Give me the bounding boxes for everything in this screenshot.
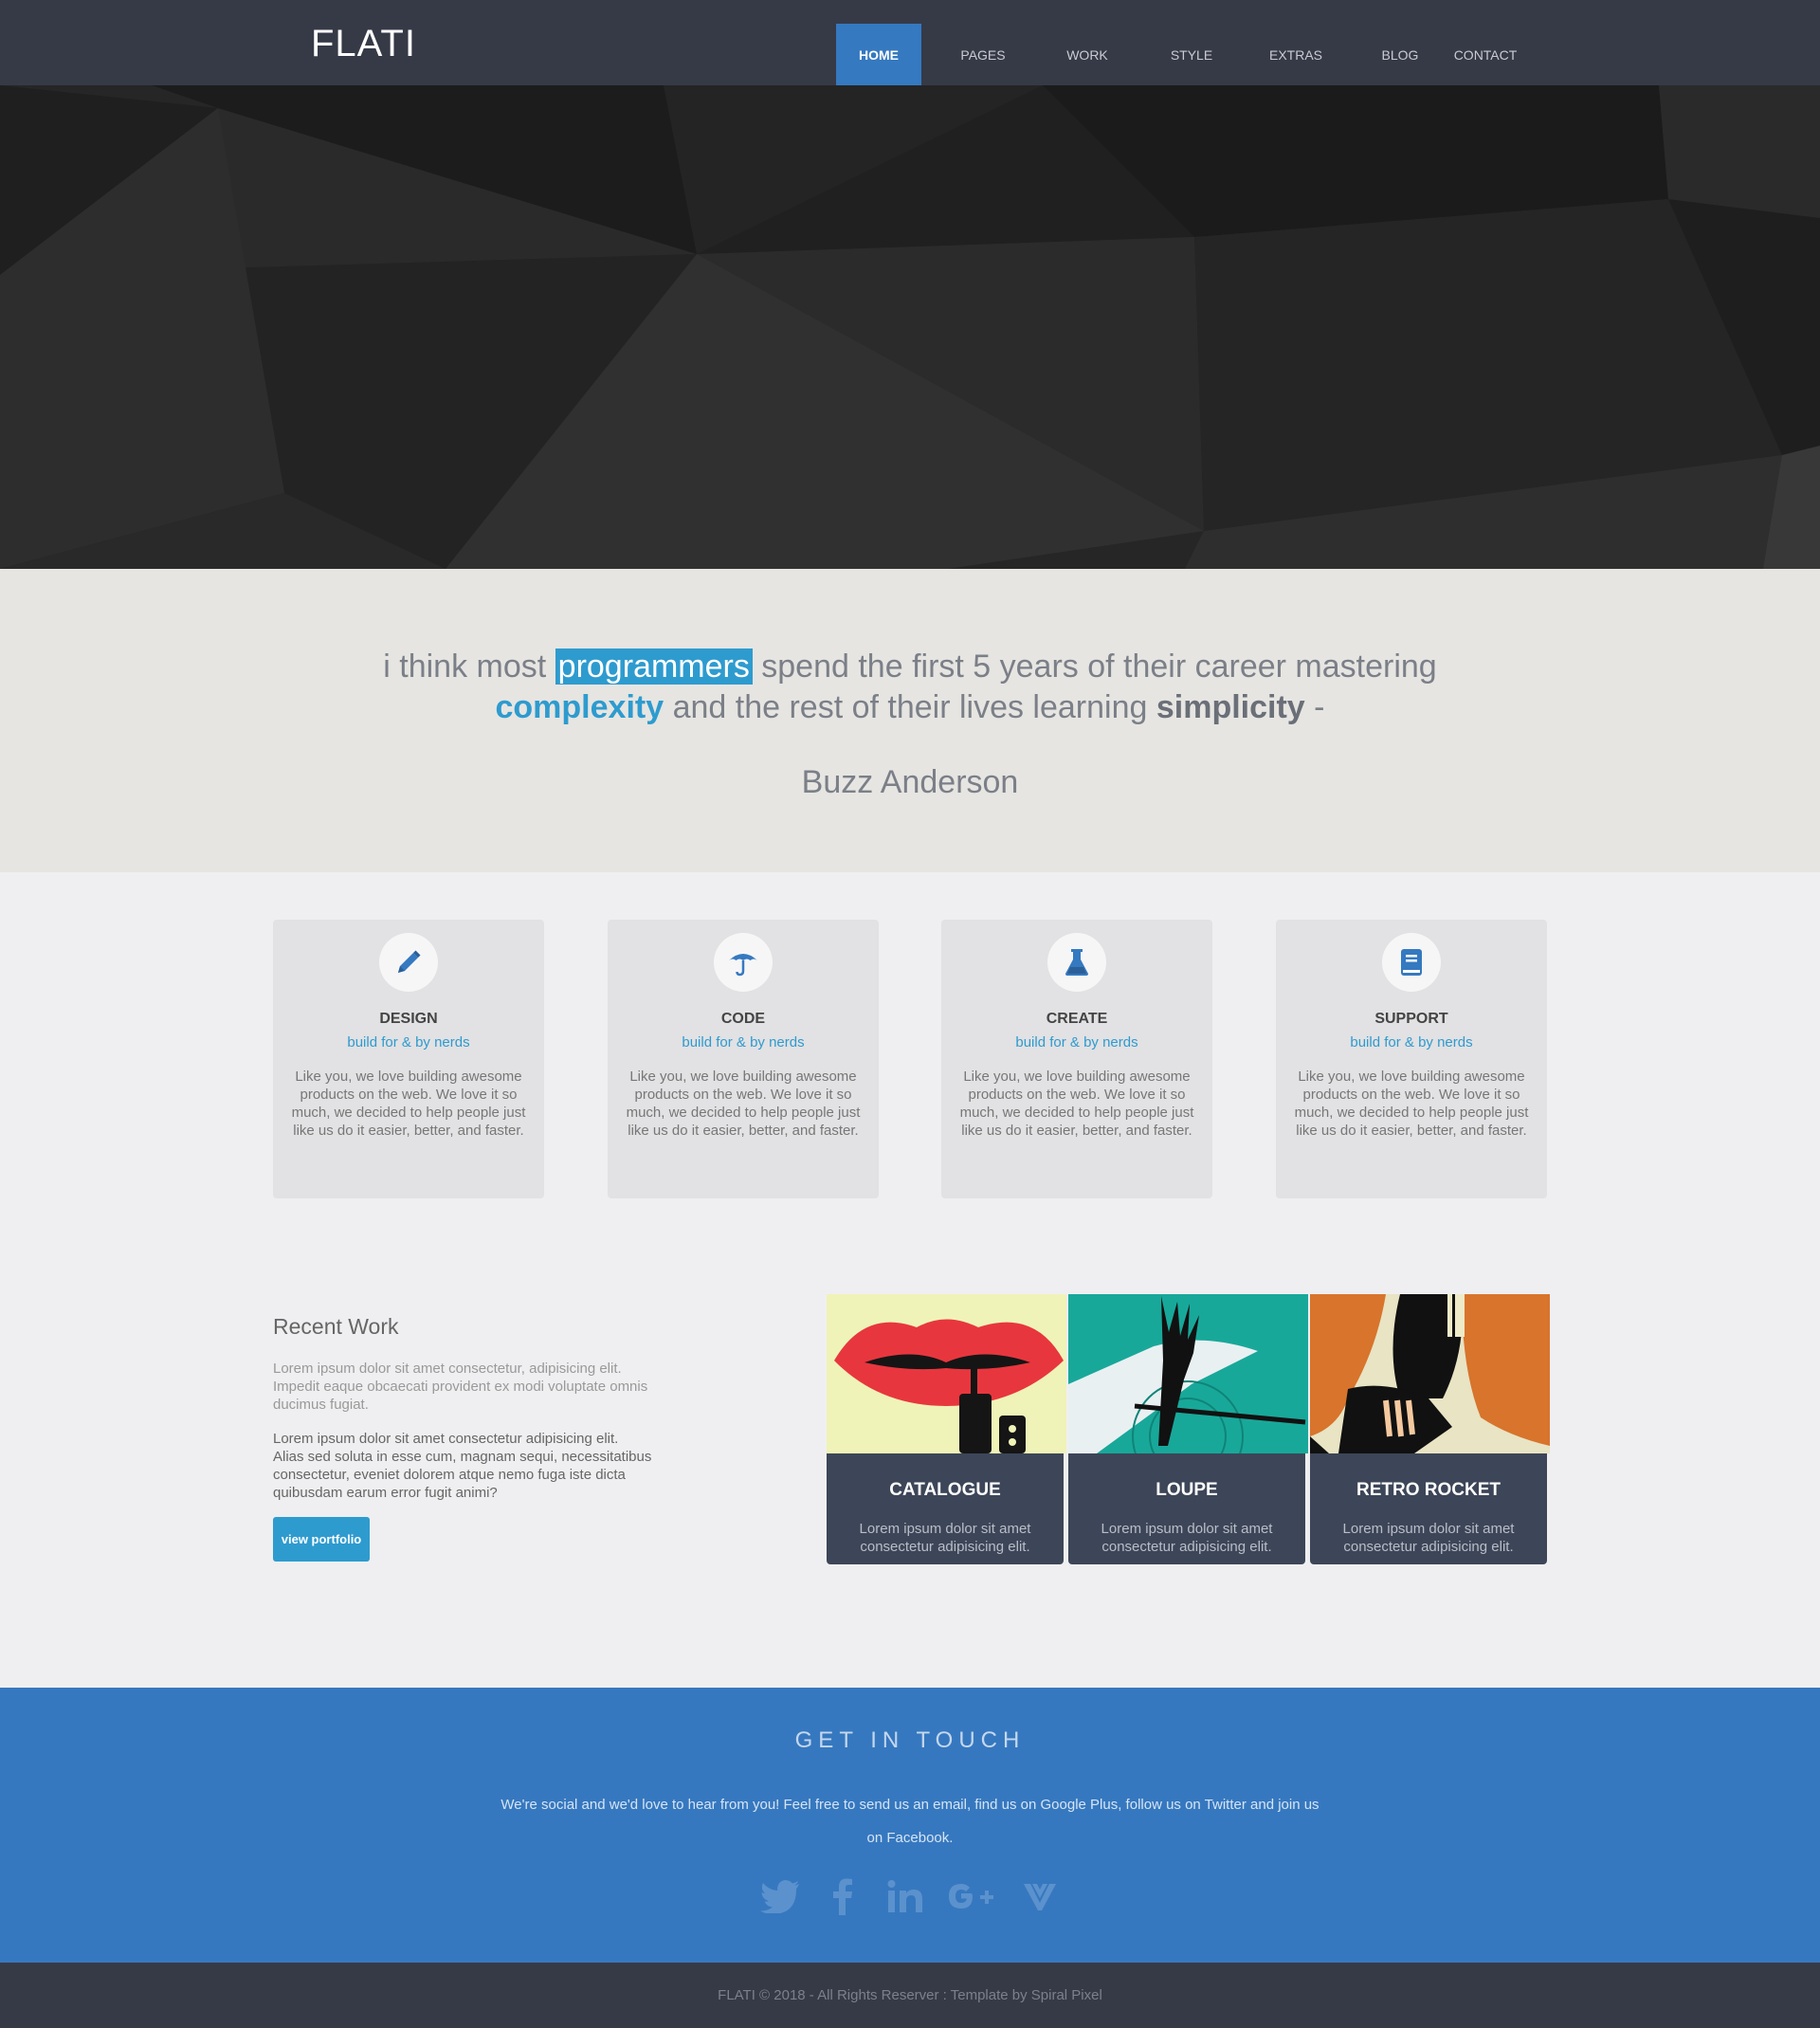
card-title: RETRO ROCKET [1356,1480,1501,1500]
quote-part: - [1304,689,1325,725]
card-text: Lorem ipsum dolor sit amet consectetur a… [1342,1521,1515,1555]
service-card-create: CREATE build for & by nerds Like you, we… [941,920,1212,1198]
nav-style[interactable]: STYLE [1130,0,1253,85]
quote-part: and the rest of their lives learning [664,689,1156,725]
card-body: CATALOGUE Lorem ipsum dolor sit amet con… [827,1453,1064,1564]
contact-title: GET IN TOUCH [794,1727,1026,1753]
quote-section: i think most programmers spend the first… [0,569,1820,872]
recent-work-paragraph: Lorem ipsum dolor sit amet consectetur, … [273,1361,648,1413]
card-title: LOUPE [1156,1480,1218,1500]
brand-logo[interactable]: FLATI [311,23,416,65]
flask-icon [1047,933,1106,992]
social-links [0,1873,1820,1919]
service-card-design: DESIGN build for & by nerds Like you, we… [273,920,544,1198]
service-subtitle: build for & by nerds [1015,1034,1138,1051]
recent-work-title: Recent Work [273,1314,399,1339]
footer-copyright: FLATI © 2018 - All Rights Reserver : Tem… [718,1987,1102,2003]
nav-extras[interactable]: EXTRAS [1253,0,1338,85]
view-portfolio-button[interactable]: view portfolio [273,1517,370,1562]
nav-work[interactable]: WORK [1045,0,1130,85]
services-section: DESIGN build for & by nerds Like you, we… [0,872,1820,1252]
card-text: Lorem ipsum dolor sit amet consectetur a… [1101,1521,1273,1555]
service-title: SUPPORT [1374,1011,1448,1027]
book-icon [1382,933,1441,992]
umbrella-icon [714,933,773,992]
contact-text: We're social and we'd love to hear from … [500,1797,1320,1846]
hero-banner [0,85,1820,569]
loupe-image [1068,1294,1308,1453]
service-card-support: SUPPORT build for & by nerds Like you, w… [1276,920,1547,1198]
contact-section: GET IN TOUCH We're social and we'd love … [0,1688,1820,1963]
vimeo-icon[interactable] [1017,1873,1063,1919]
quote-author: Buzz Anderson [801,764,1019,800]
service-subtitle: build for & by nerds [682,1034,805,1051]
quote-highlight-programmers: programmers [555,649,753,685]
service-text: Like you, we love building awesome produ… [291,1069,526,1139]
card-body: RETRO ROCKET Lorem ipsum dolor sit amet … [1310,1453,1547,1564]
navbar: FLATI HOME PAGES WORK STYLE EXTRAS BLOG … [0,0,1820,85]
service-card-code: CODE build for & by nerds Like you, we l… [608,920,879,1198]
quote-part: i think most [383,649,555,685]
polygon-background [0,85,1820,569]
card-text: Lorem ipsum dolor sit amet consectetur a… [859,1521,1031,1555]
service-subtitle: build for & by nerds [347,1034,470,1051]
service-title: CREATE [1046,1011,1108,1027]
service-text: Like you, we love building awesome produ… [1294,1069,1529,1139]
nav-home[interactable]: HOME [836,24,921,85]
quote-text: i think most programmers spend the first… [0,647,1820,728]
footer: FLATI © 2018 - All Rights Reserver : Tem… [0,1963,1820,2028]
service-title: DESIGN [379,1011,438,1027]
pencil-icon [379,933,438,992]
card-body: LOUPE Lorem ipsum dolor sit amet consect… [1068,1453,1305,1564]
nav-contact[interactable]: CONTACT [1443,0,1528,85]
service-text: Like you, we love building awesome produ… [626,1069,861,1139]
service-text: Like you, we love building awesome produ… [959,1069,1194,1139]
quote-part: spend the first 5 years of their career … [752,649,1437,685]
retro-rocket-image [1310,1294,1550,1453]
service-title: CODE [720,1011,766,1027]
recent-work-paragraph: Lorem ipsum dolor sit amet consectetur a… [273,1431,652,1501]
card-title: CATALOGUE [889,1480,1001,1500]
google-plus-icon[interactable] [945,1873,1000,1919]
recent-work-section: Recent Work Lorem ipsum dolor sit amet c… [0,1289,1820,1688]
twitter-icon[interactable] [757,1873,803,1919]
catalogue-image [827,1294,1066,1453]
quote-highlight-complexity: complexity [495,689,664,725]
quote-highlight-simplicity: simplicity [1156,689,1305,725]
facebook-icon[interactable] [820,1873,865,1919]
service-subtitle: build for & by nerds [1350,1034,1473,1051]
linkedin-icon[interactable] [883,1873,928,1919]
nav-pages[interactable]: PAGES [921,0,1045,85]
